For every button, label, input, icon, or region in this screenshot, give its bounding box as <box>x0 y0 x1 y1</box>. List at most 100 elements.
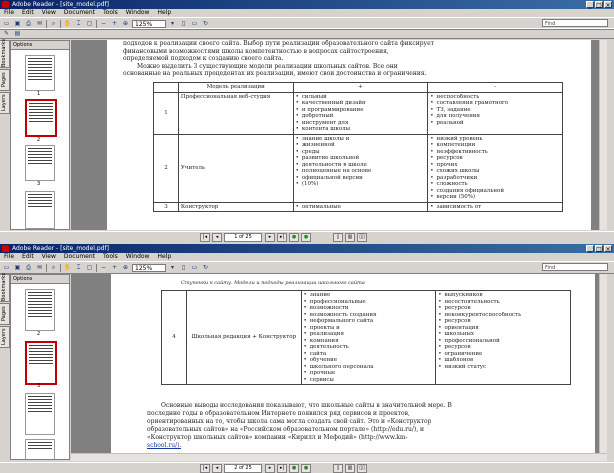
zoom-tool-icon[interactable]: ⊕ <box>121 263 130 272</box>
maximize-button[interactable]: □ <box>595 245 603 253</box>
row-number: 3 <box>153 201 179 212</box>
last-page-button[interactable]: ▸| <box>277 463 287 473</box>
zoom-tool-icon[interactable]: ⊕ <box>121 19 130 28</box>
continuous-icon[interactable]: ▥ <box>345 463 355 473</box>
open-icon[interactable]: ▭ <box>2 19 11 28</box>
vertical-scrollbar[interactable] <box>599 274 607 460</box>
menu-edit[interactable]: Edit <box>22 9 34 17</box>
close-button[interactable]: × <box>604 1 612 9</box>
chevron-down-icon[interactable]: ▾ <box>168 19 177 28</box>
continuous-icon[interactable]: ▥ <box>345 232 355 242</box>
page-header: Ступенки к сайту. Модели и подходы реали… <box>181 280 365 286</box>
menu-window[interactable]: Window <box>126 253 150 261</box>
page-number-field[interactable]: 1 of 25 <box>224 232 262 242</box>
highlight-icon[interactable]: ▤ <box>13 29 22 38</box>
back-button[interactable]: ● <box>289 232 299 242</box>
thumbs-options[interactable]: Options <box>11 41 69 50</box>
open-icon[interactable]: ▭ <box>2 263 11 272</box>
save-icon[interactable]: ▣ <box>13 263 22 272</box>
chevron-down-icon[interactable]: ▾ <box>168 263 177 272</box>
single-page-icon[interactable]: ▯ <box>333 232 343 242</box>
next-page-button[interactable]: ▸ <box>265 232 275 242</box>
minimize-button[interactable]: _ <box>586 1 594 9</box>
zoom-in-icon[interactable]: + <box>110 263 119 272</box>
find-input[interactable]: Find <box>542 263 608 271</box>
thumbs-options[interactable]: Options <box>11 275 69 284</box>
zoom-in-icon[interactable]: + <box>110 19 119 28</box>
facing-icon[interactable]: ▯▯ <box>357 232 367 242</box>
snapshot-icon[interactable]: ▢ <box>85 263 94 272</box>
rotate-icon[interactable]: ↻ <box>201 19 210 28</box>
menu-file[interactable]: File <box>4 253 14 261</box>
hand-tool-icon[interactable]: ✋ <box>63 263 72 272</box>
save-icon[interactable]: ▣ <box>13 19 22 28</box>
horizontal-scrollbar[interactable] <box>71 453 607 461</box>
page-thumbnail[interactable] <box>25 191 55 229</box>
email-icon[interactable]: ✉ <box>35 19 44 28</box>
page-thumbnail[interactable] <box>25 145 55 181</box>
tab-layers[interactable]: Layers <box>0 92 10 114</box>
menu-view[interactable]: View <box>42 9 56 17</box>
tab-layers[interactable]: Layers <box>0 326 10 348</box>
menu-document[interactable]: Document <box>64 253 95 261</box>
search-icon[interactable]: ⌕ <box>49 263 58 272</box>
fit-width-icon[interactable]: ▭ <box>190 19 199 28</box>
vertical-scrollbar[interactable] <box>599 40 607 230</box>
page-thumbnail[interactable] <box>25 55 55 91</box>
menu-tools[interactable]: Tools <box>103 253 118 261</box>
forward-button[interactable]: ● <box>301 232 311 242</box>
single-page-icon[interactable]: ▯ <box>333 463 343 473</box>
link-text[interactable]: school.ru/). <box>147 442 181 450</box>
prev-page-button[interactable]: ◂ <box>212 463 222 473</box>
zoom-out-icon[interactable]: − <box>99 19 108 28</box>
find-input[interactable]: Find <box>542 19 608 27</box>
next-page-button[interactable]: ▸ <box>265 463 275 473</box>
menu-document[interactable]: Document <box>64 9 95 17</box>
tab-pages[interactable]: Pages <box>0 69 10 91</box>
tab-bookmarks[interactable]: Bookmarks <box>0 39 10 68</box>
minimize-button[interactable]: _ <box>586 245 594 253</box>
search-icon[interactable]: ⌕ <box>49 19 58 28</box>
page-thumbnail-selected[interactable] <box>25 341 57 385</box>
tab-bookmarks[interactable]: Bookmarks <box>0 273 10 302</box>
page-thumbnail-selected[interactable] <box>25 99 57 137</box>
print-icon[interactable]: ⎙ <box>24 19 33 28</box>
menu-tools[interactable]: Tools <box>103 9 118 17</box>
page-thumbnail[interactable] <box>25 439 55 459</box>
menu-window[interactable]: Window <box>126 9 150 17</box>
maximize-button[interactable]: □ <box>595 1 603 9</box>
page-thumbnail[interactable] <box>25 393 55 435</box>
row-number: 4 <box>161 290 187 385</box>
select-tool-icon[interactable]: ⌶ <box>74 19 83 28</box>
zoom-out-icon[interactable]: − <box>99 263 108 272</box>
menu-view[interactable]: View <box>42 253 56 261</box>
page-number-field[interactable]: 2 of 25 <box>224 463 262 473</box>
fit-page-icon[interactable]: ▯ <box>179 263 188 272</box>
comment-icon[interactable]: ✎ <box>2 29 11 38</box>
zoom-level-field[interactable]: 125% <box>132 263 166 272</box>
print-icon[interactable]: ⎙ <box>24 263 33 272</box>
first-page-button[interactable]: |◂ <box>200 463 210 473</box>
zoom-level-field[interactable]: 125% <box>132 19 166 28</box>
select-tool-icon[interactable]: ⌶ <box>74 263 83 272</box>
tab-pages[interactable]: Pages <box>0 303 10 325</box>
back-button[interactable]: ● <box>289 463 299 473</box>
last-page-button[interactable]: ▸| <box>277 232 287 242</box>
first-page-button[interactable]: |◂ <box>200 232 210 242</box>
snapshot-icon[interactable]: ▢ <box>85 19 94 28</box>
facing-icon[interactable]: ▯▯ <box>357 463 367 473</box>
menu-file[interactable]: File <box>4 9 14 17</box>
menu-help[interactable]: Help <box>157 253 171 261</box>
fit-page-icon[interactable]: ▯ <box>179 19 188 28</box>
rotate-icon[interactable]: ↻ <box>201 263 210 272</box>
prev-page-button[interactable]: ◂ <box>212 232 222 242</box>
hand-tool-icon[interactable]: ✋ <box>63 19 72 28</box>
page-thumbnail[interactable] <box>25 289 55 331</box>
menu-help[interactable]: Help <box>157 9 171 17</box>
menu-edit[interactable]: Edit <box>22 253 34 261</box>
close-button[interactable]: × <box>604 245 612 253</box>
fit-width-icon[interactable]: ▭ <box>190 263 199 272</box>
forward-button[interactable]: ● <box>301 463 311 473</box>
list-item: низкий статус <box>438 364 568 371</box>
email-icon[interactable]: ✉ <box>35 263 44 272</box>
